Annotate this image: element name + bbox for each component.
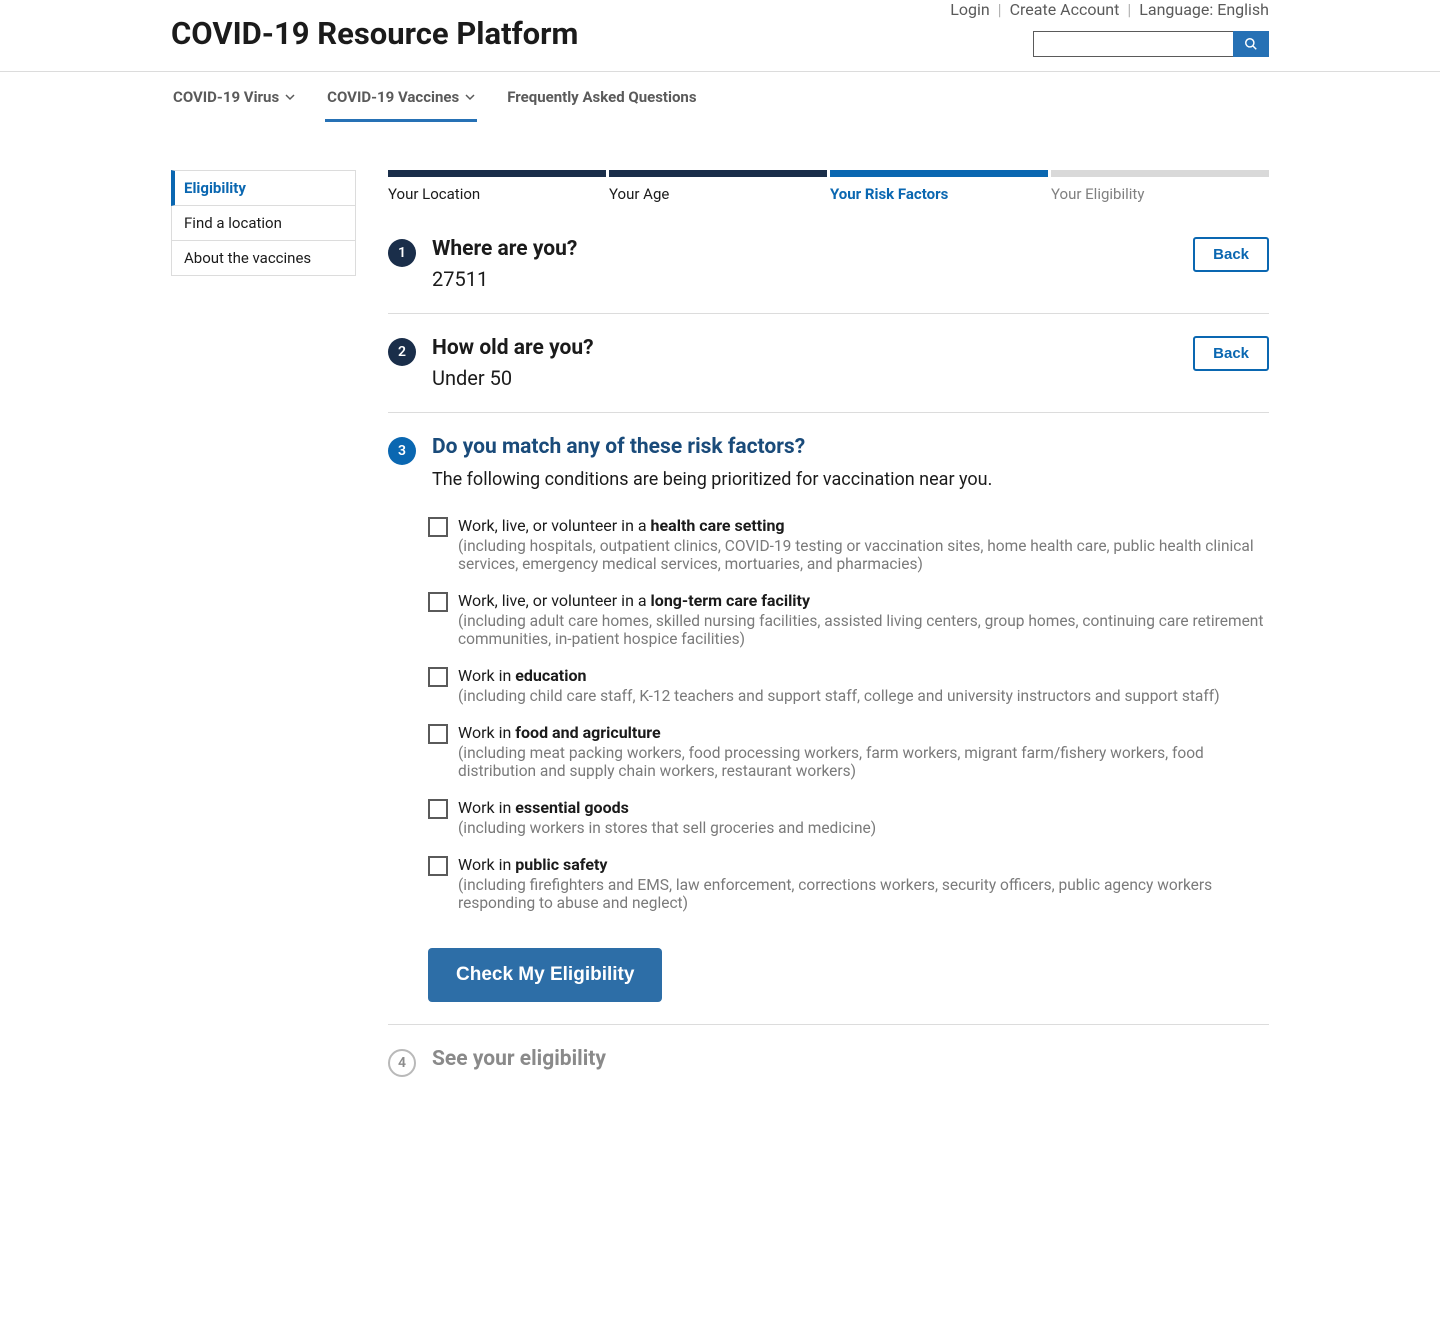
risk-sub-label: (including adult care homes, skilled nur… bbox=[458, 612, 1269, 648]
risk-text: Work, live, or volunteer in a long-term … bbox=[458, 591, 1269, 648]
risk-factor-item: Work in food and agriculture (including m… bbox=[428, 723, 1269, 780]
step-title: How old are you? bbox=[432, 336, 1177, 360]
login-link[interactable]: Login bbox=[950, 0, 989, 19]
step-eligibility: 4 See your eligibility bbox=[388, 1025, 1269, 1099]
risk-sub-label: (including firefighters and EMS, law enf… bbox=[458, 876, 1269, 912]
step-value: Under 50 bbox=[432, 366, 1177, 390]
risk-prefix: Work in bbox=[458, 798, 515, 817]
step-title: Do you match any of these risk factors? bbox=[432, 435, 1269, 459]
risk-bold: essential goods bbox=[515, 798, 629, 817]
risk-checkbox[interactable] bbox=[428, 724, 448, 744]
chevron-down-icon bbox=[285, 92, 295, 102]
risk-checkbox[interactable] bbox=[428, 856, 448, 876]
chevron-down-icon bbox=[465, 92, 475, 102]
sidebar-item[interactable]: About the vaccines bbox=[171, 241, 356, 276]
risk-main-label: Work, live, or volunteer in a long-term … bbox=[458, 591, 1269, 610]
progress-segment: Your Risk Factors bbox=[830, 170, 1048, 203]
risk-prefix: Work in bbox=[458, 855, 515, 874]
site-title: COVID-19 Resource Platform bbox=[171, 15, 578, 52]
risk-bold: public safety bbox=[515, 855, 607, 874]
risk-text: Work in public safety (including firefigh… bbox=[458, 855, 1269, 912]
progress-segment: Your Eligibility bbox=[1051, 170, 1269, 203]
progress-label: Your Risk Factors bbox=[830, 185, 1048, 203]
progress-bar bbox=[1051, 170, 1269, 177]
main-nav: COVID-19 Virus COVID-19 Vaccines Frequentl… bbox=[171, 72, 1269, 122]
risk-sub-label: (including workers in stores that sell g… bbox=[458, 819, 1269, 837]
risk-main-label: Work in food and agriculture bbox=[458, 723, 1269, 742]
search-button[interactable] bbox=[1233, 31, 1269, 57]
check-eligibility-button[interactable]: Check My Eligibility bbox=[428, 948, 662, 1002]
step-location: 1 Where are you? 27511 Back bbox=[388, 215, 1269, 314]
progress-label: Your Eligibility bbox=[1051, 185, 1269, 203]
risk-bold: education bbox=[515, 666, 586, 685]
content: Your LocationYour AgeYour Risk FactorsYo… bbox=[388, 170, 1269, 1099]
risk-prefix: Work, live, or volunteer in a bbox=[458, 591, 651, 610]
step-age: 2 How old are you? Under 50 Back bbox=[388, 314, 1269, 413]
risk-checkbox[interactable] bbox=[428, 799, 448, 819]
sidebar-item[interactable]: Eligibility bbox=[171, 170, 356, 206]
back-button[interactable]: Back bbox=[1193, 336, 1269, 371]
step-number: 2 bbox=[388, 338, 416, 366]
progress-segment: Your Location bbox=[388, 170, 606, 203]
risk-text: Work in food and agriculture (including m… bbox=[458, 723, 1269, 780]
sidebar: EligibilityFind a locationAbout the vacc… bbox=[171, 170, 356, 1099]
risk-main-label: Work in public safety bbox=[458, 855, 1269, 874]
risk-main-label: Work in essential goods bbox=[458, 798, 1269, 817]
step-number: 1 bbox=[388, 239, 416, 267]
risk-prefix: Work in bbox=[458, 723, 515, 742]
risk-main-label: Work in education bbox=[458, 666, 1269, 685]
risk-text: Work in education (including child care s… bbox=[458, 666, 1269, 705]
progress-tracker: Your LocationYour AgeYour Risk FactorsYo… bbox=[388, 170, 1269, 203]
nav-tab[interactable]: COVID-19 Virus bbox=[171, 72, 297, 122]
risk-factor-item: Work in education (including child care s… bbox=[428, 666, 1269, 705]
risk-factor-item: Work in essential goods (including worker… bbox=[428, 798, 1269, 837]
risk-checkbox[interactable] bbox=[428, 592, 448, 612]
risk-factor-list: Work, live, or volunteer in a health car… bbox=[428, 516, 1269, 912]
divider: | bbox=[1127, 0, 1131, 19]
create-account-link[interactable]: Create Account bbox=[1010, 0, 1120, 19]
progress-label: Your Age bbox=[609, 185, 827, 203]
progress-bar bbox=[830, 170, 1048, 177]
step-value: 27511 bbox=[432, 267, 1177, 291]
step-description: The following conditions are being prior… bbox=[432, 469, 1269, 490]
risk-factor-item: Work, live, or volunteer in a long-term … bbox=[428, 591, 1269, 648]
search-input[interactable] bbox=[1033, 31, 1233, 57]
progress-bar bbox=[609, 170, 827, 177]
sidebar-item[interactable]: Find a location bbox=[171, 206, 356, 241]
search-box bbox=[1033, 31, 1269, 57]
step-risk-factors: 3 Do you match any of these risk factors… bbox=[388, 413, 1269, 1025]
risk-main-label: Work, live, or volunteer in a health car… bbox=[458, 516, 1269, 535]
divider: | bbox=[998, 0, 1002, 19]
search-icon bbox=[1244, 37, 1258, 51]
risk-sub-label: (including child care staff, K-12 teache… bbox=[458, 687, 1269, 705]
risk-checkbox[interactable] bbox=[428, 517, 448, 537]
risk-prefix: Work in bbox=[458, 666, 515, 685]
nav-tab[interactable]: COVID-19 Vaccines bbox=[325, 72, 477, 122]
progress-segment: Your Age bbox=[609, 170, 827, 203]
risk-factor-item: Work, live, or volunteer in a health car… bbox=[428, 516, 1269, 573]
progress-label: Your Location bbox=[388, 185, 606, 203]
risk-text: Work, live, or volunteer in a health car… bbox=[458, 516, 1269, 573]
risk-bold: health care setting bbox=[651, 516, 785, 535]
risk-text: Work in essential goods (including worker… bbox=[458, 798, 1269, 837]
nav-tab-label: COVID-19 Vaccines bbox=[327, 88, 459, 106]
step-title: Where are you? bbox=[432, 237, 1177, 261]
risk-sub-label: (including meat packing workers, food pr… bbox=[458, 744, 1269, 780]
risk-checkbox[interactable] bbox=[428, 667, 448, 687]
step-title: See your eligibility bbox=[432, 1047, 1269, 1071]
risk-prefix: Work, live, or volunteer in a bbox=[458, 516, 651, 535]
step-number: 3 bbox=[388, 437, 416, 465]
nav-tab[interactable]: Frequently Asked Questions bbox=[505, 72, 698, 122]
risk-sub-label: (including hospitals, outpatient clinics… bbox=[458, 537, 1269, 573]
step-number: 4 bbox=[388, 1049, 416, 1077]
language-link[interactable]: Language: English bbox=[1139, 0, 1269, 19]
progress-bar bbox=[388, 170, 606, 177]
risk-bold: long-term care facility bbox=[651, 591, 810, 610]
risk-bold: food and agriculture bbox=[515, 723, 660, 742]
nav-tab-label: COVID-19 Virus bbox=[173, 88, 279, 106]
nav-tab-label: Frequently Asked Questions bbox=[507, 88, 696, 106]
risk-factor-item: Work in public safety (including firefigh… bbox=[428, 855, 1269, 912]
back-button[interactable]: Back bbox=[1193, 237, 1269, 272]
